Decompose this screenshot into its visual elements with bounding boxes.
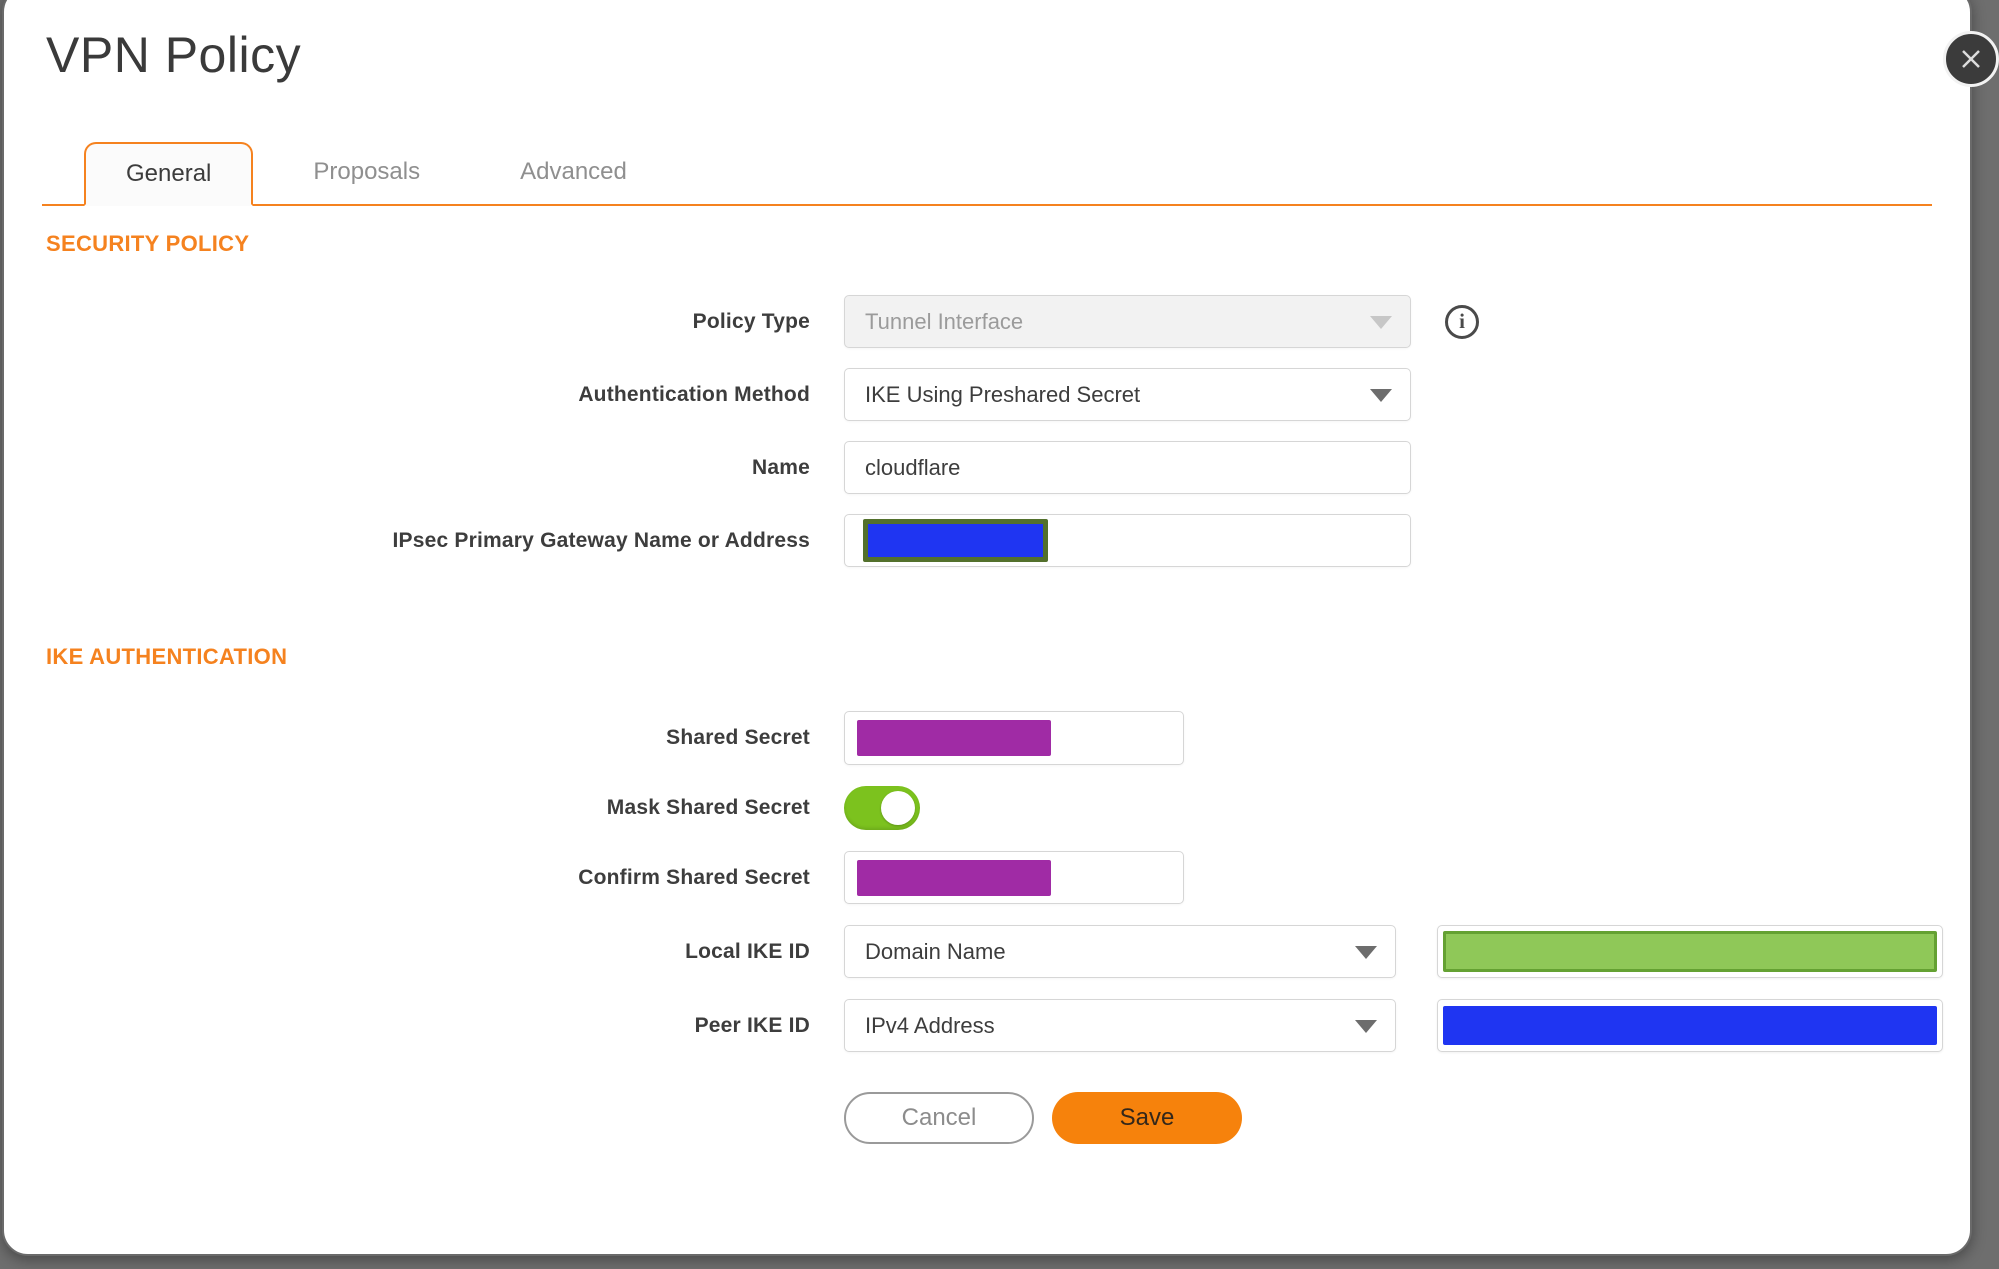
policy-type-label: Policy Type xyxy=(692,309,810,333)
cancel-button[interactable]: Cancel xyxy=(844,1092,1034,1144)
vpn-policy-dialog: VPN Policy General Proposals Advanced SE… xyxy=(2,0,1999,1256)
peer-ike-id-value-input[interactable] xyxy=(1437,999,1943,1052)
local-ike-id-value-input[interactable] xyxy=(1437,925,1943,978)
confirm-shared-secret-label: Confirm Shared Secret xyxy=(578,865,810,889)
chevron-down-icon xyxy=(1355,1019,1377,1033)
confirm-shared-secret-input[interactable] xyxy=(844,851,1184,904)
save-button[interactable]: Save xyxy=(1052,1092,1242,1144)
local-ike-id-type-value: Domain Name xyxy=(865,938,1006,964)
local-ike-id-label: Local IKE ID xyxy=(685,939,810,963)
peer-ike-id-label: Peer IKE ID xyxy=(694,1013,810,1037)
gateway-input[interactable] xyxy=(844,514,1411,567)
dialog-actions: Cancel Save xyxy=(844,1092,1970,1144)
row-shared-secret: Shared Secret xyxy=(4,711,1970,765)
authentication-method-value: IKE Using Preshared Secret xyxy=(865,381,1141,407)
peer-ike-id-type-value: IPv4 Address xyxy=(865,1012,995,1038)
row-policy-type: Policy Type Tunnel Interface i xyxy=(4,295,1970,348)
row-confirm-shared-secret: Confirm Shared Secret xyxy=(4,851,1970,904)
local-ike-id-redacted-value xyxy=(1443,931,1937,972)
row-local-ike-id: Local IKE ID Domain Name xyxy=(4,925,1970,978)
chevron-down-icon xyxy=(1370,388,1392,402)
row-peer-ike-id: Peer IKE ID IPv4 Address xyxy=(4,999,1970,1052)
peer-ike-id-redacted-value xyxy=(1443,1006,1937,1045)
tab-bar: General Proposals Advanced xyxy=(42,140,1932,206)
page-title: VPN Policy xyxy=(46,27,302,83)
policy-type-value: Tunnel Interface xyxy=(865,308,1024,334)
name-label: Name xyxy=(752,455,810,479)
close-button[interactable] xyxy=(1943,31,1999,87)
authentication-method-label: Authentication Method xyxy=(578,382,810,406)
authentication-method-select[interactable]: IKE Using Preshared Secret xyxy=(844,368,1411,421)
shared-secret-redacted-value xyxy=(857,720,1051,756)
shared-secret-label: Shared Secret xyxy=(666,726,810,749)
chevron-down-icon xyxy=(1370,315,1392,329)
name-input[interactable]: cloudflare xyxy=(844,441,1411,494)
policy-type-select: Tunnel Interface xyxy=(844,295,1411,348)
tab-general[interactable]: General xyxy=(84,142,254,206)
row-name: Name cloudflare xyxy=(4,441,1970,494)
row-gateway: IPsec Primary Gateway Name or Address xyxy=(4,514,1970,567)
mask-shared-secret-toggle[interactable] xyxy=(844,786,920,830)
info-icon[interactable]: i xyxy=(1445,304,1479,339)
chevron-down-icon xyxy=(1355,945,1377,959)
section-ike-authentication: IKE AUTHENTICATION xyxy=(46,644,288,669)
gateway-redacted-value xyxy=(863,519,1048,562)
peer-ike-id-select[interactable]: IPv4 Address xyxy=(844,999,1396,1052)
close-icon xyxy=(1962,50,1980,68)
confirm-shared-secret-redacted-value xyxy=(857,859,1051,896)
name-value: cloudflare xyxy=(865,454,961,480)
section-security-policy: SECURITY POLICY xyxy=(46,231,250,256)
gateway-label: IPsec Primary Gateway Name or Address xyxy=(392,528,810,552)
tab-proposals[interactable]: Proposals xyxy=(273,140,460,204)
shared-secret-input[interactable] xyxy=(844,711,1184,765)
toggle-knob xyxy=(881,791,915,825)
row-mask-shared-secret: Mask Shared Secret xyxy=(4,786,1970,830)
tab-advanced[interactable]: Advanced xyxy=(480,140,667,204)
row-authentication-method: Authentication Method IKE Using Preshare… xyxy=(4,368,1970,421)
local-ike-id-select[interactable]: Domain Name xyxy=(844,925,1396,978)
mask-shared-secret-label: Mask Shared Secret xyxy=(606,796,810,819)
